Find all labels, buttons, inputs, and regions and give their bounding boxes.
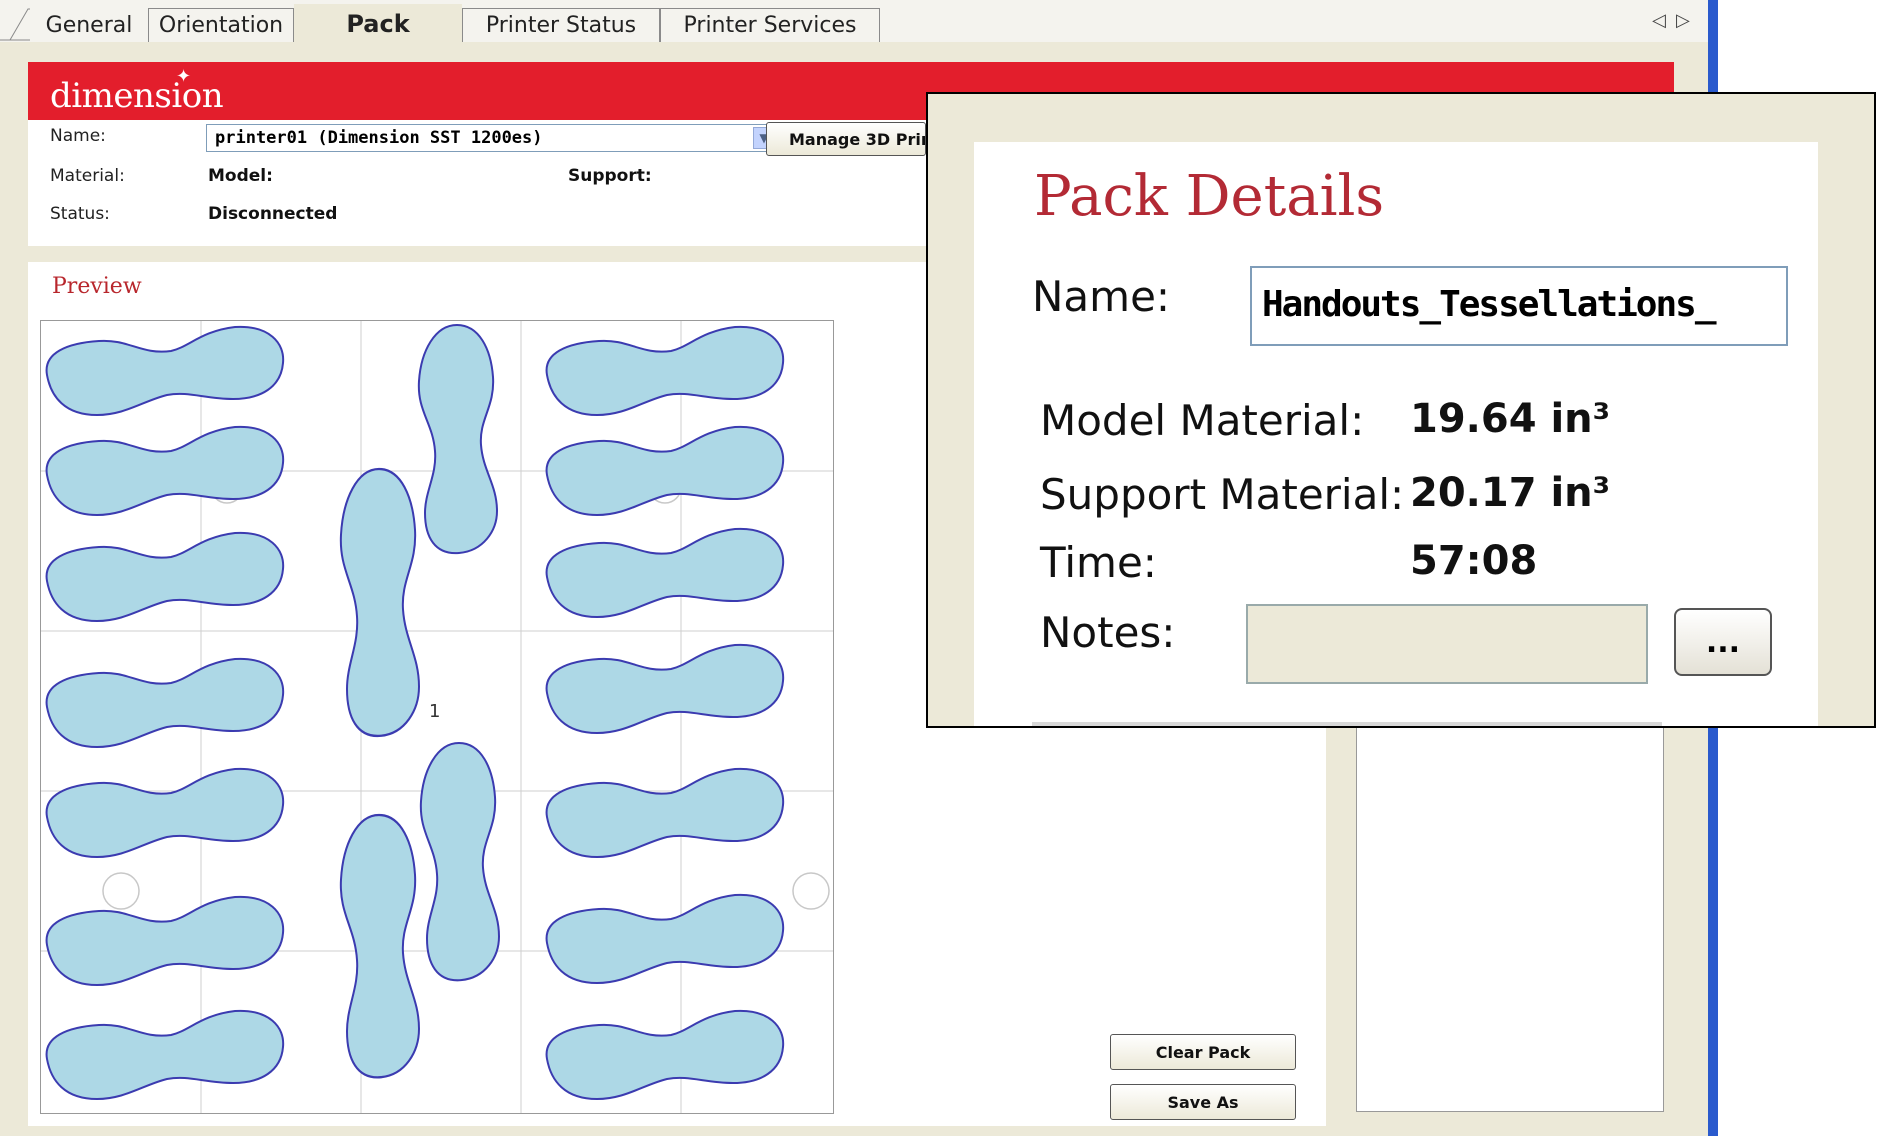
part-shape[interactable] [545,425,785,516]
part-number-label: 1 [429,701,440,722]
support-material-value: 20.17 in³ [1410,470,1611,516]
part-shape[interactable] [545,1009,785,1100]
part-shape[interactable] [45,767,285,858]
scroll-right-icon[interactable]: ▷ [1676,10,1690,31]
logo-star-icon: ✦ [176,66,192,87]
notes-label: Notes: [1040,608,1176,657]
printer-select-value: printer01 (Dimension SST 1200es) [215,128,543,148]
clear-pack-button[interactable]: Clear Pack [1110,1034,1296,1070]
name-label: Name: [50,126,106,146]
part-shape[interactable] [45,657,285,748]
support-label: Support: [568,166,652,186]
pack-details-title: Pack Details [1034,164,1385,229]
preview-title: Preview [52,274,142,299]
tab-orientation[interactable]: Orientation [148,8,294,42]
part-shape[interactable] [545,893,785,984]
part-shape[interactable] [545,643,785,734]
tab-pack[interactable]: Pack [294,4,462,44]
support-material-label: Support Material: [1040,470,1405,519]
part-shape[interactable] [545,767,785,858]
part-shape[interactable] [339,813,421,1079]
part-shape[interactable] [45,895,285,986]
tab-printer-services[interactable]: Printer Services [660,8,880,42]
divider [1032,722,1662,726]
part-shape[interactable] [417,324,498,555]
dimension-logo: dimension [50,76,224,116]
notes-edit-button[interactable]: ... [1674,608,1772,676]
pack-name-input[interactable]: Handouts_Tessellations_ [1250,266,1788,346]
pack-parts-list[interactable] [1356,720,1664,1112]
pack-name-value: Handouts_Tessellations_ [1262,284,1716,325]
model-material-label: Model Material: [1040,396,1365,445]
manage-printers-button[interactable]: Manage 3D Prin [766,122,926,156]
time-value: 57:08 [1410,538,1538,584]
tab-printer-status[interactable]: Printer Status [462,8,660,42]
build-plate[interactable]: 1 [40,320,834,1114]
tab-bar: General Orientation Pack Printer Status … [0,0,1718,44]
model-label: Model: [208,166,273,186]
printer-select[interactable]: printer01 (Dimension SST 1200es) ▼ [206,124,778,152]
pack-details-panel: Pack Details Name: Handouts_Tessellation… [974,142,1818,726]
part-shape[interactable] [45,1009,285,1100]
save-as-button[interactable]: Save As [1110,1084,1296,1120]
build-plate-canvas: 1 [41,321,833,1113]
notes-field[interactable] [1246,604,1648,684]
tab-general[interactable]: General [30,8,148,42]
status-value: Disconnected [208,204,338,224]
scroll-left-icon[interactable]: ◁ [1652,10,1666,31]
part-shape[interactable] [45,531,285,622]
part-shape[interactable] [45,425,285,516]
model-material-value: 19.64 in³ [1410,396,1611,442]
part-shape[interactable] [45,325,285,416]
part-shape[interactable] [545,527,785,618]
part-shape[interactable] [339,467,421,738]
part-shape[interactable] [545,325,785,416]
pack-name-label: Name: [1032,272,1171,321]
time-label: Time: [1040,538,1157,587]
pack-details-zoom-callout: Pack Details Name: Handouts_Tessellation… [926,92,1876,728]
material-label: Material: [50,166,125,186]
part-shape[interactable] [419,741,501,982]
status-label: Status: [50,204,110,224]
